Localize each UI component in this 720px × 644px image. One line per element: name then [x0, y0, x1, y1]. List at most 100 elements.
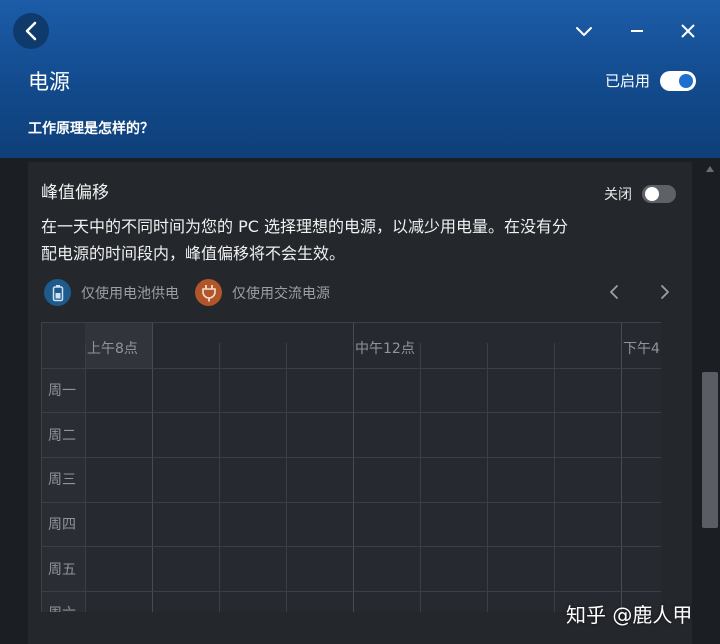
schedule-cell[interactable]: [354, 503, 420, 546]
legend-label: 仅使用电池供电: [81, 285, 179, 302]
caret-up-icon: [706, 166, 714, 172]
schedule-cell[interactable]: [488, 413, 554, 457]
day-label: 周一: [48, 383, 76, 399]
schedule-cell[interactable]: [86, 592, 152, 612]
schedule-cell[interactable]: [220, 547, 286, 591]
schedule-next-button[interactable]: [655, 282, 675, 302]
time-label: 下午4: [623, 341, 660, 357]
chevron-down-icon: [576, 27, 592, 36]
schedule-cell[interactable]: [220, 458, 286, 502]
schedule-cell[interactable]: [488, 547, 554, 591]
header-bar: 电源 已启用 工作原理是怎样的？: [0, 0, 720, 158]
schedule-cell[interactable]: [86, 547, 152, 591]
schedule-cell[interactable]: [354, 369, 420, 412]
minimize-button[interactable]: [624, 18, 650, 44]
scrollbar-thumb[interactable]: [702, 372, 718, 528]
schedule-cell[interactable]: [488, 369, 554, 412]
schedule-cell[interactable]: [153, 503, 219, 546]
schedule-prev-button[interactable]: [604, 282, 624, 302]
schedule-cell[interactable]: [86, 413, 152, 457]
back-button[interactable]: [13, 13, 49, 49]
schedule-cell[interactable]: [421, 547, 487, 591]
scroll-up-arrow[interactable]: [704, 160, 716, 172]
schedule-cell[interactable]: [421, 413, 487, 457]
peak-shift-toggle-row: 关闭: [604, 184, 676, 204]
schedule-cell[interactable]: [622, 413, 661, 457]
schedule-cell[interactable]: [488, 503, 554, 546]
schedule-grid: 上午8点 中午12点 下午4 周一 周二 周三 周四 周五 周六: [41, 322, 661, 612]
day-label: 周四: [48, 517, 76, 533]
day-label: 周六: [48, 603, 76, 612]
schedule-cell[interactable]: [153, 458, 219, 502]
schedule-cell[interactable]: [354, 413, 420, 457]
description-line: 配电源的时间段内，峰值偏移将不会生效。: [41, 244, 346, 263]
schedule-cell[interactable]: [354, 592, 420, 612]
schedule-cell[interactable]: [555, 458, 621, 502]
chevron-left-icon: [25, 21, 37, 41]
day-label: 周二: [48, 428, 76, 444]
schedule-cell[interactable]: [86, 503, 152, 546]
schedule-cell[interactable]: [354, 547, 420, 591]
time-label: 上午8点: [87, 341, 138, 357]
schedule-cell[interactable]: [555, 369, 621, 412]
schedule-cell[interactable]: [287, 413, 353, 457]
day-label: 周三: [48, 472, 76, 488]
schedule-cell[interactable]: [555, 413, 621, 457]
schedule-cell[interactable]: [555, 503, 621, 546]
schedule-cell[interactable]: [622, 369, 661, 412]
plug-icon: [195, 279, 222, 306]
schedule-cell[interactable]: [220, 413, 286, 457]
close-icon: [681, 24, 695, 38]
schedule-cell[interactable]: [287, 547, 353, 591]
legend: 仅使用电池供电 仅使用交流电源: [44, 279, 346, 306]
schedule-cell[interactable]: [354, 458, 420, 502]
legend-ac-only[interactable]: 仅使用交流电源: [195, 279, 330, 306]
schedule-cell[interactable]: [153, 592, 219, 612]
battery-icon: [44, 279, 71, 306]
schedule-cell[interactable]: [153, 547, 219, 591]
schedule-cell[interactable]: [220, 503, 286, 546]
schedule-cell[interactable]: [421, 503, 487, 546]
schedule-cell[interactable]: [421, 458, 487, 502]
minimize-icon: [631, 30, 643, 32]
schedule-cell[interactable]: [421, 592, 487, 612]
toggle-knob: [645, 187, 659, 201]
schedule-cell[interactable]: [220, 592, 286, 612]
schedule-cell[interactable]: [86, 458, 152, 502]
power-enabled-row: 已启用: [605, 70, 696, 91]
schedule-cell[interactable]: [287, 369, 353, 412]
enabled-label: 已启用: [604, 72, 650, 90]
chevron-left-icon: [610, 285, 618, 299]
day-label: 周五: [48, 562, 76, 578]
schedule-cell[interactable]: [622, 458, 661, 502]
schedule-cell[interactable]: [153, 413, 219, 457]
legend-label: 仅使用交流电源: [232, 285, 330, 302]
schedule-cell[interactable]: [86, 369, 152, 412]
schedule-cell[interactable]: [220, 369, 286, 412]
peak-shift-toggle-label: 关闭: [604, 187, 632, 203]
toggle-knob: [679, 73, 693, 88]
description-line: 在一天中的不同时间为您的 PC 选择理想的电源，以减少用电量。在没有分: [41, 217, 568, 236]
power-toggle[interactable]: [660, 70, 696, 91]
how-it-works-link[interactable]: 工作原理是怎样的？: [28, 118, 154, 138]
schedule-cell[interactable]: [622, 503, 661, 546]
schedule-cell[interactable]: [421, 369, 487, 412]
section-title: 峰值偏移: [41, 183, 109, 203]
schedule-cell[interactable]: [488, 458, 554, 502]
page-title: 电源: [28, 70, 70, 94]
collapse-button[interactable]: [571, 18, 597, 44]
peak-shift-description: 在一天中的不同时间为您的 PC 选择理想的电源，以减少用电量。在没有分 配电源的…: [41, 213, 641, 267]
time-label: 中午12点: [355, 341, 415, 357]
chevron-right-icon: [661, 285, 669, 299]
schedule-cell[interactable]: [287, 592, 353, 612]
schedule-cell[interactable]: [153, 369, 219, 412]
legend-battery-only[interactable]: 仅使用电池供电: [44, 279, 179, 306]
schedule-cell[interactable]: [287, 503, 353, 546]
peak-shift-toggle[interactable]: [642, 185, 676, 203]
schedule-cell[interactable]: [488, 592, 554, 612]
schedule-cell[interactable]: [555, 547, 621, 591]
schedule-cell[interactable]: [622, 547, 661, 591]
watermark: 知乎 @鹿人甲: [566, 603, 693, 627]
schedule-cell[interactable]: [287, 458, 353, 502]
close-button[interactable]: [675, 18, 701, 44]
